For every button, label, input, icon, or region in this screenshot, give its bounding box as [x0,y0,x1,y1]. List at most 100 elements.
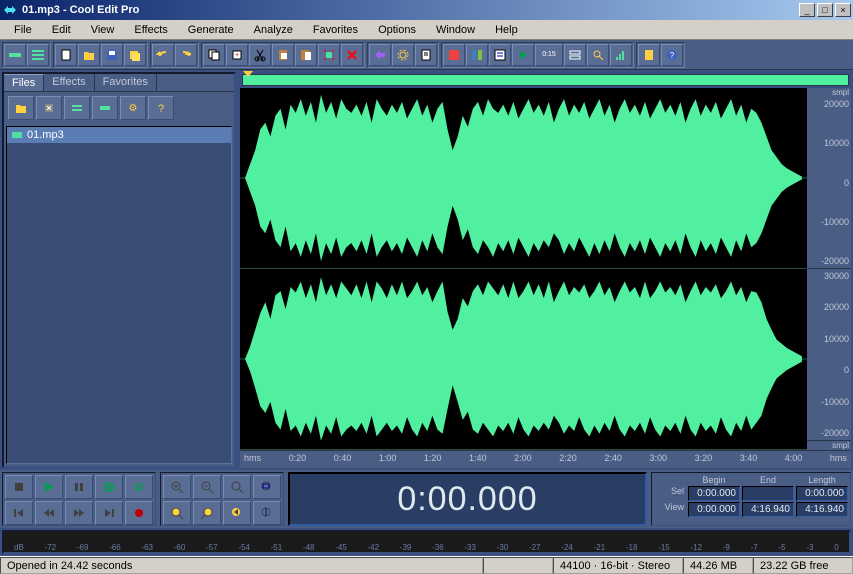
file-help-button[interactable]: ? [148,96,174,120]
open-button[interactable] [78,44,100,66]
edit-view-button[interactable] [4,44,26,66]
transport-button[interactable] [512,44,534,66]
status-free: 23.22 GB free [753,557,853,574]
tab-favorites[interactable]: Favorites [95,74,157,91]
menu-edit[interactable]: Edit [42,22,81,38]
help-button[interactable]: ? [661,44,683,66]
menu-window[interactable]: Window [426,22,485,38]
sel-view-button[interactable] [564,44,586,66]
sel-begin[interactable]: 0:00.000 [688,486,740,501]
sel-end[interactable] [742,486,794,501]
trim-button[interactable] [318,44,340,66]
mix-paste-button[interactable] [295,44,317,66]
level-meter[interactable]: dB-72-69-66-63-60-57-54-51-48-45-42-39-3… [2,530,851,554]
maximize-button[interactable]: □ [817,3,833,17]
pause-button[interactable] [65,475,93,499]
zoom-prev-button[interactable] [223,501,251,525]
time-ruler[interactable]: hms 0:20 0:40 1:00 1:20 1:40 2:00 2:20 2… [240,450,851,468]
edit-file-button[interactable] [92,96,118,120]
zoom-in-right-button[interactable] [193,501,221,525]
menu-options[interactable]: Options [368,22,426,38]
multitrack-view-button[interactable] [27,44,49,66]
sel-header-begin: Begin [688,475,740,485]
overview-marker[interactable] [243,71,253,77]
waveform-display[interactable] [240,88,807,450]
close-button[interactable]: × [835,3,851,17]
db-scale: dB-72-69-66-63-60-57-54-51-48-45-42-39-3… [4,543,849,552]
time-button[interactable]: 0:15 [535,44,563,66]
scripts-button[interactable] [638,44,660,66]
menu-view[interactable]: View [81,22,125,38]
convert-button[interactable] [369,44,391,66]
status-size: 44.26 MB [683,557,753,574]
paste-button[interactable] [272,44,294,66]
file-list[interactable]: 01.mp3 [6,126,232,464]
menu-generate[interactable]: Generate [178,22,244,38]
delete-button[interactable] [341,44,363,66]
open-file-button[interactable] [8,96,34,120]
svg-text:+: + [235,52,239,59]
menu-favorites[interactable]: Favorites [303,22,368,38]
zoom-in-button[interactable] [163,475,191,499]
statusbar: Opened in 24.42 seconds 44100 · 16-bit ·… [0,556,853,574]
spectral-view-button[interactable] [443,44,465,66]
minimize-button[interactable]: _ [799,3,815,17]
overview-bar[interactable] [242,74,849,86]
view-end[interactable]: 4:16.940 [742,502,794,517]
rewind-button[interactable] [35,501,63,525]
status-mode [483,557,553,574]
zoom-controls [160,472,284,526]
svg-text:?: ? [158,103,164,115]
menu-effects[interactable]: Effects [124,22,177,38]
window-title: 01.mp3 - Cool Edit Pro [22,4,799,16]
insert-multitrack-button[interactable] [64,96,90,120]
play-view-button[interactable] [95,475,123,499]
level-meters-button[interactable] [610,44,632,66]
waveform-right-channel[interactable] [240,269,807,450]
sel-label: Sel [654,486,686,501]
batch-button[interactable] [124,44,146,66]
menu-analyze[interactable]: Analyze [244,22,303,38]
menu-file[interactable]: File [4,22,42,38]
fast-forward-button[interactable] [65,501,93,525]
settings-button[interactable] [392,44,414,66]
record-button[interactable] [125,501,153,525]
zoom-selection-button[interactable] [253,475,281,499]
view-label: View [654,502,686,517]
menubar: File Edit View Effects Generate Analyze … [0,20,853,40]
redo-button[interactable] [175,44,197,66]
menu-help[interactable]: Help [485,22,528,38]
cut-button[interactable] [249,44,271,66]
close-file-button[interactable] [36,96,62,120]
view-length[interactable]: 4:16.940 [796,502,848,517]
sel-length[interactable]: 0:00.000 [796,486,848,501]
time-display[interactable]: 0:00.000 [288,472,647,526]
save-button[interactable] [101,44,123,66]
cue-list-button[interactable] [489,44,511,66]
go-end-button[interactable] [95,501,123,525]
file-item[interactable]: 01.mp3 [7,127,231,143]
tab-files[interactable]: Files [4,74,44,91]
zoom-out-button[interactable] [193,475,221,499]
stop-button[interactable] [5,475,33,499]
zoom-full-button[interactable] [223,475,251,499]
organizer-panel: Files Effects Favorites ⚙ ? 01.mp3 [2,72,236,468]
new-button[interactable] [55,44,77,66]
organizer-button[interactable] [466,44,488,66]
undo-button[interactable] [152,44,174,66]
zoom-controls-button[interactable] [587,44,609,66]
go-start-button[interactable] [5,501,33,525]
advanced-options-button[interactable]: ⚙ [120,96,146,120]
copy-button[interactable] [203,44,225,66]
zoom-vertical-button[interactable] [253,501,281,525]
waveform-left-channel[interactable] [240,88,807,269]
play-loop-button[interactable] [125,475,153,499]
zoom-in-left-button[interactable] [163,501,191,525]
play-button[interactable] [35,475,63,499]
titlebar[interactable]: 01.mp3 - Cool Edit Pro _ □ × [0,0,853,20]
copy-new-button[interactable]: + [226,44,248,66]
view-begin[interactable]: 0:00.000 [688,502,740,517]
transport-controls [2,472,156,526]
properties-button[interactable] [415,44,437,66]
tab-effects[interactable]: Effects [44,74,94,91]
